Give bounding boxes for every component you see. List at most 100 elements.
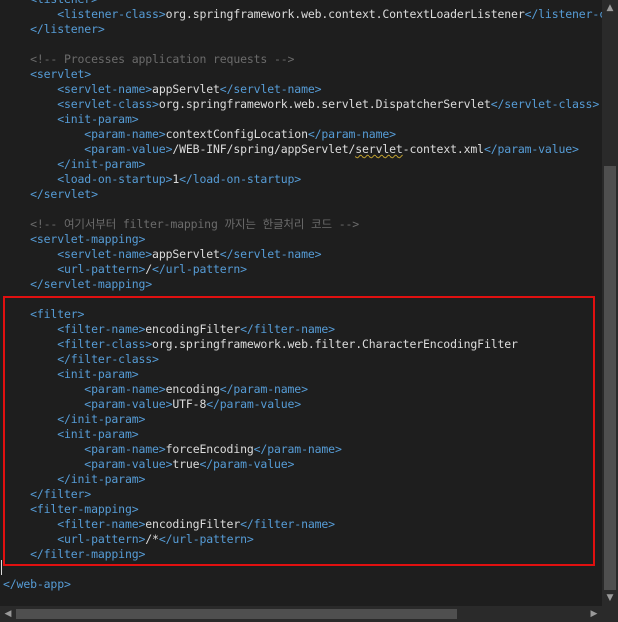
code-lines[interactable]: <listener> <listener-class>org.springfra… [3,0,602,592]
code-token: </filter-name> [240,322,335,336]
code-line[interactable]: <!-- Processes application requests --> [3,52,602,67]
code-line[interactable]: <init-param> [3,112,602,127]
code-token: contextConfigLocation [165,127,308,141]
scroll-up-arrow-icon[interactable]: ▲ [602,0,618,16]
code-token: forceEncoding [165,442,254,456]
code-line[interactable]: <filter-class>org.springframework.web.fi… [3,337,602,352]
code-line[interactable]: <load-on-startup>1</load-on-startup> [3,172,602,187]
code-line[interactable]: <listener-class>org.springframework.web.… [3,7,602,22]
code-line[interactable]: <init-param> [3,367,602,382]
code-token: <param-value> [84,397,173,411]
code-line[interactable]: <listener> [3,0,602,7]
code-line[interactable]: <param-name>encoding</param-name> [3,382,602,397]
code-token: appServlet [152,82,220,96]
code-line[interactable]: <filter> [3,307,602,322]
code-line[interactable]: <init-param> [3,427,602,442]
code-editor[interactable]: <listener> <listener-class>org.springfra… [0,0,602,606]
code-line[interactable] [3,37,602,52]
code-token: org.springframework.web.filter.Character… [152,337,518,351]
code-token: <servlet-mapping> [30,232,146,246]
code-token: <filter-name> [57,517,146,531]
code-line[interactable]: <param-value>/WEB-INF/spring/appServlet/… [3,142,602,157]
code-line[interactable]: <param-value>UTF-8</param-value> [3,397,602,412]
code-line[interactable] [3,202,602,217]
code-token: <servlet-name> [57,247,153,261]
horizontal-scrollbar[interactable]: ◀ ▶ [0,606,602,622]
code-line[interactable]: </init-param> [3,412,602,427]
code-line[interactable]: <servlet-name>appServlet</servlet-name> [3,247,602,262]
code-line[interactable]: </init-param> [3,157,602,172]
code-line[interactable]: <servlet-name>appServlet</servlet-name> [3,82,602,97]
code-token: appServlet [152,247,220,261]
code-line[interactable]: <param-name>forceEncoding</param-name> [3,442,602,457]
code-line[interactable]: </filter> [3,487,602,502]
code-token: encoding [165,382,220,396]
code-line[interactable]: </filter-mapping> [3,547,602,562]
code-line[interactable]: <servlet> [3,67,602,82]
code-line[interactable] [3,562,602,577]
code-line[interactable]: </filter-class> [3,352,602,367]
code-token: <servlet-class> [57,97,159,111]
code-token: </filter> [30,487,92,501]
code-line[interactable] [3,292,602,307]
code-line[interactable]: <param-value>true</param-value> [3,457,602,472]
code-token: </servlet-name> [219,82,322,96]
code-line[interactable]: <filter-name>encodingFilter</filter-name… [3,517,602,532]
code-token: /WEB-INF/spring/appServlet/ [172,142,356,156]
code-line[interactable]: </servlet> [3,187,602,202]
code-line[interactable]: <filter-name>encodingFilter</filter-name… [3,322,602,337]
code-token: <init-param> [57,427,139,441]
code-line[interactable]: </listener> [3,22,602,37]
code-line[interactable]: <url-pattern>/*</url-pattern> [3,532,602,547]
code-line[interactable]: <url-pattern>/</url-pattern> [3,262,602,277]
code-token: </filter-mapping> [30,547,146,561]
vertical-scrollbar[interactable]: ▲ ▼ [602,0,618,606]
code-token: <servlet> [30,67,92,81]
code-line[interactable]: <filter-mapping> [3,502,602,517]
code-token: encodingFilter [145,322,241,336]
code-line[interactable]: <servlet-class>org.springframework.web.s… [3,97,602,112]
code-token: <listener-class> [57,7,166,21]
code-token: </load-on-startup> [179,172,302,186]
code-token: </param-value> [199,457,295,471]
code-line[interactable]: <param-name>contextConfigLocation</param… [3,127,602,142]
scrollbar-corner [602,606,618,622]
code-token: UTF-8 [172,397,207,411]
code-line[interactable]: </servlet-mapping> [3,277,602,292]
scroll-left-arrow-icon[interactable]: ◀ [0,606,16,622]
code-line[interactable]: <servlet-mapping> [3,232,602,247]
code-token: encodingFilter [145,517,241,531]
code-token: <!-- 여기서부터 filter-mapping 까지는 한글처리 코드 --… [30,217,360,231]
horizontal-scroll-thumb[interactable] [16,609,457,619]
code-token: <param-name> [84,127,166,141]
code-token: <init-param> [57,112,139,126]
code-line[interactable]: </init-param> [3,472,602,487]
code-line[interactable]: <!-- 여기서부터 filter-mapping 까지는 한글처리 코드 --… [3,217,602,232]
code-line[interactable]: </web-app> [3,577,602,592]
code-token: true [172,457,200,471]
scroll-down-arrow-icon[interactable]: ▼ [602,590,618,606]
text-caret [1,560,2,575]
scroll-right-arrow-icon[interactable]: ▶ [586,606,602,622]
vertical-scroll-thumb[interactable] [604,166,616,590]
